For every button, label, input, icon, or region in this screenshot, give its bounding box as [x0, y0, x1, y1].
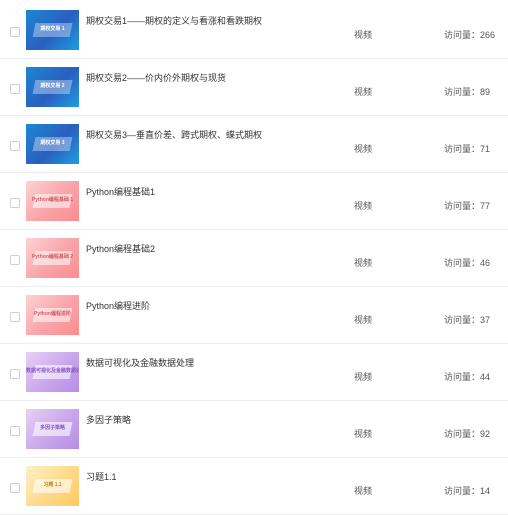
view-count: 访问量：37	[444, 315, 491, 325]
item-title[interactable]: 期权交易2——价内价外期权与现货	[86, 71, 226, 84]
video-thumbnail[interactable]: 期权交易 3	[26, 124, 79, 164]
row-checkbox[interactable]	[10, 27, 20, 37]
video-thumbnail[interactable]: 期权交易 1	[26, 10, 79, 50]
item-title[interactable]: Python编程基础1	[86, 185, 155, 198]
list-item[interactable]: 多因子策略 多因子策略 视频 访问量：92	[0, 401, 508, 458]
video-thumbnail[interactable]: Python编程基础 2	[26, 238, 79, 278]
thumbnail-title: Python编程进阶	[34, 311, 71, 317]
item-type: 视频	[354, 486, 373, 496]
item-title[interactable]: Python编程基础2	[86, 242, 155, 255]
view-count: 访问量：266	[444, 30, 496, 40]
item-title[interactable]: 数据可视化及金融数据处理	[86, 356, 194, 369]
video-thumbnail[interactable]: 多因子策略	[26, 409, 79, 449]
row-checkbox[interactable]	[10, 198, 20, 208]
view-count: 访问量：14	[444, 486, 491, 496]
item-type: 视频	[354, 201, 373, 211]
row-checkbox[interactable]	[10, 84, 20, 94]
thumbnail-title: 期权交易 3	[40, 140, 65, 146]
thumbnail-title: Python编程基础 2	[31, 254, 74, 260]
thumbnail-title: 期权交易 2	[40, 83, 65, 89]
view-count: 访问量：44	[444, 372, 491, 382]
item-type: 视频	[354, 372, 373, 382]
list-item[interactable]: 期权交易 3 期权交易3—垂直价差、跨式期权、蝶式期权 视频 访问量：71	[0, 116, 508, 173]
view-count: 访问量：46	[444, 258, 491, 268]
item-title[interactable]: Python编程进阶	[86, 299, 150, 312]
item-title[interactable]: 期权交易3—垂直价差、跨式期权、蝶式期权	[86, 128, 262, 141]
list-item[interactable]: 期权交易 2 期权交易2——价内价外期权与现货 视频 访问量：89	[0, 59, 508, 116]
view-count: 访问量：71	[444, 144, 491, 154]
item-title[interactable]: 多因子策略	[86, 413, 131, 426]
row-checkbox[interactable]	[10, 483, 20, 493]
row-checkbox[interactable]	[10, 255, 20, 265]
video-thumbnail[interactable]: 习题 1.1	[26, 466, 79, 506]
row-checkbox[interactable]	[10, 312, 20, 322]
item-type: 视频	[354, 144, 373, 154]
item-type: 视频	[354, 429, 373, 439]
thumbnail-title: 数据可视化及金融数据处理	[26, 368, 79, 374]
item-title[interactable]: 期权交易1——期权的定义与看涨和看跌期权	[86, 14, 262, 27]
video-thumbnail[interactable]: Python编程进阶	[26, 295, 79, 335]
list-item[interactable]: Python编程进阶 Python编程进阶 视频 访问量：37	[0, 287, 508, 344]
list-item[interactable]: 数据可视化及金融数据处理 数据可视化及金融数据处理 视频 访问量：44	[0, 344, 508, 401]
row-checkbox[interactable]	[10, 369, 20, 379]
view-count: 访问量：77	[444, 201, 491, 211]
thumbnail-title: Python编程基础 1	[31, 197, 74, 203]
video-thumbnail[interactable]: 期权交易 2	[26, 67, 79, 107]
thumbnail-title: 多因子策略	[39, 425, 65, 431]
item-type: 视频	[354, 315, 373, 325]
item-type: 视频	[354, 30, 373, 40]
list-item[interactable]: Python编程基础 2 Python编程基础2 视频 访问量：46	[0, 230, 508, 287]
row-checkbox[interactable]	[10, 426, 20, 436]
list-item[interactable]: Python编程基础 1 Python编程基础1 视频 访问量：77	[0, 173, 508, 230]
thumbnail-title: 习题 1.1	[43, 482, 62, 488]
item-title[interactable]: 习题1.1	[86, 470, 117, 483]
thumbnail-title: 期权交易 1	[40, 26, 65, 32]
video-thumbnail[interactable]: 数据可视化及金融数据处理	[26, 352, 79, 392]
row-checkbox[interactable]	[10, 141, 20, 151]
video-thumbnail[interactable]: Python编程基础 1	[26, 181, 79, 221]
item-type: 视频	[354, 258, 373, 268]
view-count: 访问量：92	[444, 429, 491, 439]
item-type: 视频	[354, 87, 373, 97]
list-item[interactable]: 习题 1.1 习题1.1 视频 访问量：14	[0, 458, 508, 515]
view-count: 访问量：89	[444, 87, 491, 97]
resource-list: 期权交易 1 期权交易1——期权的定义与看涨和看跌期权 视频 访问量：266 期…	[0, 0, 508, 515]
list-item[interactable]: 期权交易 1 期权交易1——期权的定义与看涨和看跌期权 视频 访问量：266	[0, 2, 508, 59]
